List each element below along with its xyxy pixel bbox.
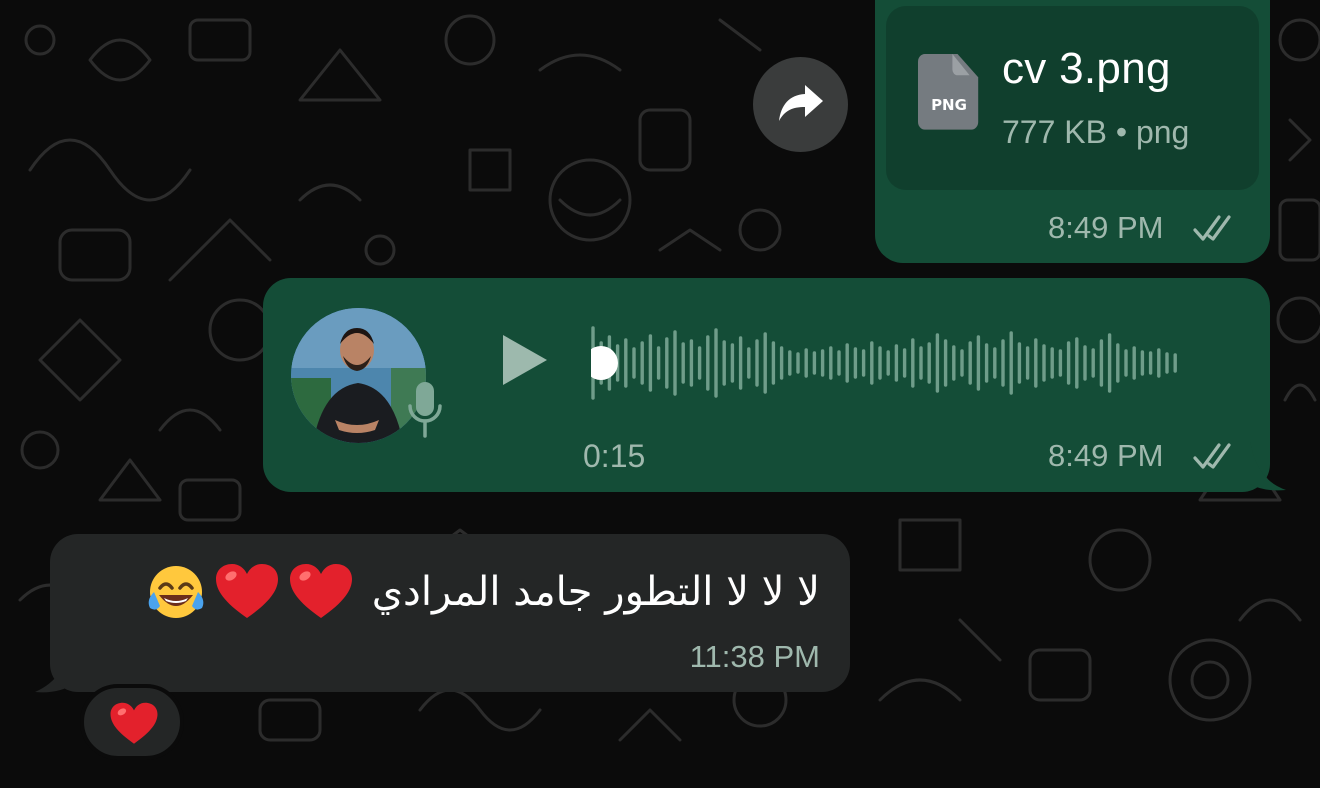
forward-arrow-icon [779, 85, 823, 121]
emoji-group [146, 562, 354, 622]
file-type-badge: PNG [931, 96, 967, 114]
red-heart-emoji [289, 564, 352, 618]
message-text-line: لا لا لا التطور جامد المرادي [146, 562, 820, 622]
microphone-icon [408, 382, 442, 438]
voice-message-bubble[interactable]: 0:15 8:49 PM [263, 278, 1270, 492]
double-check-icon [1193, 215, 1231, 241]
playback-scrubber[interactable] [591, 346, 618, 380]
message-time: 11:38 PM [689, 639, 820, 674]
file-name: cv 3.png [1002, 44, 1171, 93]
double-check-icon [1193, 443, 1231, 469]
forward-button[interactable] [753, 57, 848, 152]
reaction-badge[interactable] [80, 684, 184, 760]
png-file-icon: PNG [918, 53, 979, 130]
audio-waveform[interactable] [591, 318, 1221, 408]
red-heart-emoji [215, 564, 278, 618]
face-with-tears-of-joy-emoji [148, 566, 204, 618]
sender-avatar [291, 308, 426, 443]
file-size-type: 777 KB • png [1002, 114, 1190, 150]
file-message-bubble[interactable]: PNG cv 3.png 777 KB • png 8:49 PM [875, 0, 1270, 263]
play-icon[interactable] [499, 333, 549, 387]
message-text: لا لا لا التطور جامد المرادي [371, 569, 820, 615]
voice-duration: 0:15 [583, 438, 646, 474]
message-time: 8:49 PM [1048, 210, 1164, 245]
red-heart-emoji [110, 702, 158, 744]
incoming-message-bubble[interactable]: لا لا لا التطور جامد المرادي 11:38 PM [50, 534, 850, 692]
message-time: 8:49 PM [1048, 438, 1164, 473]
file-attachment-card[interactable]: PNG cv 3.png 777 KB • png [886, 6, 1259, 190]
bubble-tail [1250, 440, 1286, 491]
